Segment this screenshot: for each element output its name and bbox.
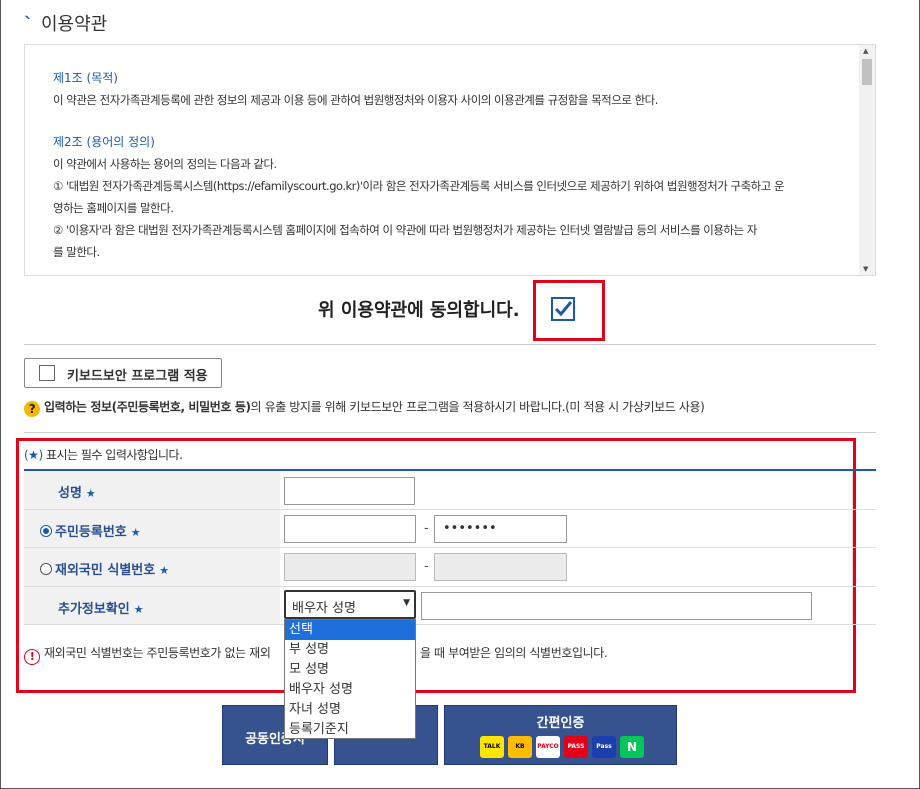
required-star: ★ [159, 564, 170, 577]
scroll-down-icon[interactable]: ▼ [863, 265, 868, 273]
scroll-thumb[interactable] [862, 59, 872, 85]
extra-info-dropdown: 선택 부 성명 모 성명 배우자 성명 자녀 성명 등록기준지 [284, 619, 416, 739]
divider [24, 432, 876, 433]
kb-icon: KB [508, 736, 532, 758]
keyboard-security-button[interactable]: 키보드보안 프로그램 적용 [24, 358, 222, 388]
section-title-text: 이용약관 [41, 14, 108, 35]
article2-intro: 이 약관에서 사용하는 용어의 정의는 다음과 같다. [53, 157, 277, 171]
foreign-radio[interactable] [40, 563, 52, 575]
foreign-front-input [284, 553, 416, 581]
agree-text: 위 이용약관에 동의합니다. [318, 300, 520, 321]
notice-bold: 입력하는 정보(주민등록번호, 비밀번호 등) [44, 400, 251, 414]
option-father-name[interactable]: 부 성명 [285, 640, 415, 660]
warning-icon: ! [24, 649, 40, 665]
agree-highlight [533, 280, 605, 341]
required-star: ★ [133, 602, 144, 616]
foreign-back-input [434, 553, 567, 581]
option-child-name[interactable]: 자녀 성명 [285, 700, 415, 720]
warning-text-2: 을 때 부여받은 임의의 식별번호입니다. [420, 646, 608, 660]
scroll-up-icon[interactable]: ▲ [863, 47, 868, 55]
row-foreign: 재외국민 식별번호 ★ - [24, 548, 876, 587]
option-registration-base[interactable]: 등록기준지 [285, 720, 415, 740]
extra-info-select[interactable]: 배우자 성명 ▼ [284, 590, 416, 619]
foreign-label: 재외국민 식별번호 [55, 563, 156, 578]
required-star: ★ [130, 525, 141, 539]
samsung-pass-icon: Pass [592, 736, 616, 758]
dropdown-arrow-icon: ▼ [403, 598, 410, 608]
foreign-header: 재외국민 식별번호 ★ [24, 548, 280, 586]
name-label: 성명 [58, 486, 82, 501]
keyboard-security-checkbox[interactable] [39, 365, 55, 381]
keyboard-security-label: 키보드보안 프로그램 적용 [67, 369, 208, 384]
terms-scrollbar[interactable]: ▲ ▼ [859, 45, 875, 275]
article1-title: 제1조 (목적) [53, 71, 118, 85]
required-star: (★) [24, 448, 43, 462]
resident-header: 주민등록번호 ★ [24, 509, 280, 547]
article2-item2a: ② '이용자'라 함은 대법원 전자가족관계등록시스템 홈페이지에 접속하여 이… [53, 223, 757, 237]
row-name: 성명 ★ [24, 471, 876, 510]
extra-header: 추가정보확인 ★ [24, 586, 280, 624]
divider [24, 344, 876, 345]
option-mother-name[interactable]: 모 성명 [285, 660, 415, 680]
option-spouse-name[interactable]: 배우자 성명 [285, 680, 415, 700]
resident-front-input[interactable] [284, 514, 416, 543]
article2-item1b: 영하는 홈페이지를 말한다. [53, 201, 174, 215]
pass-icon: PASS [564, 736, 588, 758]
article2-title: 제2조 (용어의 정의) [53, 135, 155, 149]
terms-box[interactable]: 제1조 (목적) 이 약관은 전자가족관계등록에 관한 정보의 제공과 이용 등… [24, 44, 876, 276]
option-select[interactable]: 선택 [285, 620, 415, 640]
simple-auth-button[interactable]: 간편인증 TALK KB PAYCO PASS Pass N [444, 705, 677, 765]
article2-item2b: 를 말한다. [53, 245, 100, 259]
name-input[interactable] [284, 477, 415, 505]
required-star: ★ [85, 487, 96, 500]
row-extra: 추가정보확인 ★ [24, 586, 876, 625]
name-header: 성명 ★ [24, 471, 280, 509]
extra-info-input[interactable] [421, 591, 812, 620]
simple-auth-label: 간편인증 [536, 716, 585, 731]
resident-radio[interactable] [40, 524, 52, 537]
question-icon: ? [24, 401, 40, 417]
row-resident: 주민등록번호 ★ - ••••••• [24, 509, 876, 548]
dash: - [424, 520, 429, 536]
select-value: 배우자 성명 [292, 601, 356, 616]
resident-back-value: ••••••• [443, 520, 497, 536]
title-marker-icon: ˋ [24, 14, 33, 35]
input-form-table: 성명 ★ 주민등록번호 ★ - ••••••• 재외국민 식별번호 ★ - 추가정보확… [24, 469, 876, 625]
article1-text: 이 약관은 전자가족관계등록에 관한 정보의 제공과 이용 등에 관하여 법원행… [53, 93, 658, 107]
naver-icon: N [620, 736, 644, 758]
payco-icon: PAYCO [536, 736, 560, 758]
required-note-text: 표시는 필수 입력사항입니다. [45, 448, 183, 462]
required-note: (★) 표시는 필수 입력사항입니다. [24, 446, 183, 463]
resident-label: 주민등록번호 [55, 524, 127, 540]
resident-back-input[interactable]: ••••••• [434, 514, 567, 543]
foreign-id-warning: ! 재외국민 식별번호는 주민등록번호가 없는 재외 을 때 부여받은 임의의 식… [24, 644, 608, 665]
check-icon [554, 301, 573, 317]
extra-label: 추가정보확인 [58, 601, 130, 617]
section-title: ˋ 이용약관 [24, 10, 107, 36]
kakao-talk-icon: TALK [480, 736, 504, 758]
keyboard-notice: ? 입력하는 정보(주민등록번호, 비밀번호 등)의 유출 방지를 위해 키보드보… [24, 398, 705, 417]
article2-item1a: ① '대법원 전자가족관계등록시스템(https://efamilyscourt… [53, 179, 785, 193]
notice-rest: 의 유출 방지를 위해 키보드보안 프로그램을 적용하시기 바랍니다.(미 적용… [250, 400, 705, 414]
dash: - [424, 559, 429, 574]
warning-text-1: 재외국민 식별번호는 주민등록번호가 없는 재외 [44, 646, 271, 660]
agree-checkbox[interactable] [551, 297, 575, 321]
